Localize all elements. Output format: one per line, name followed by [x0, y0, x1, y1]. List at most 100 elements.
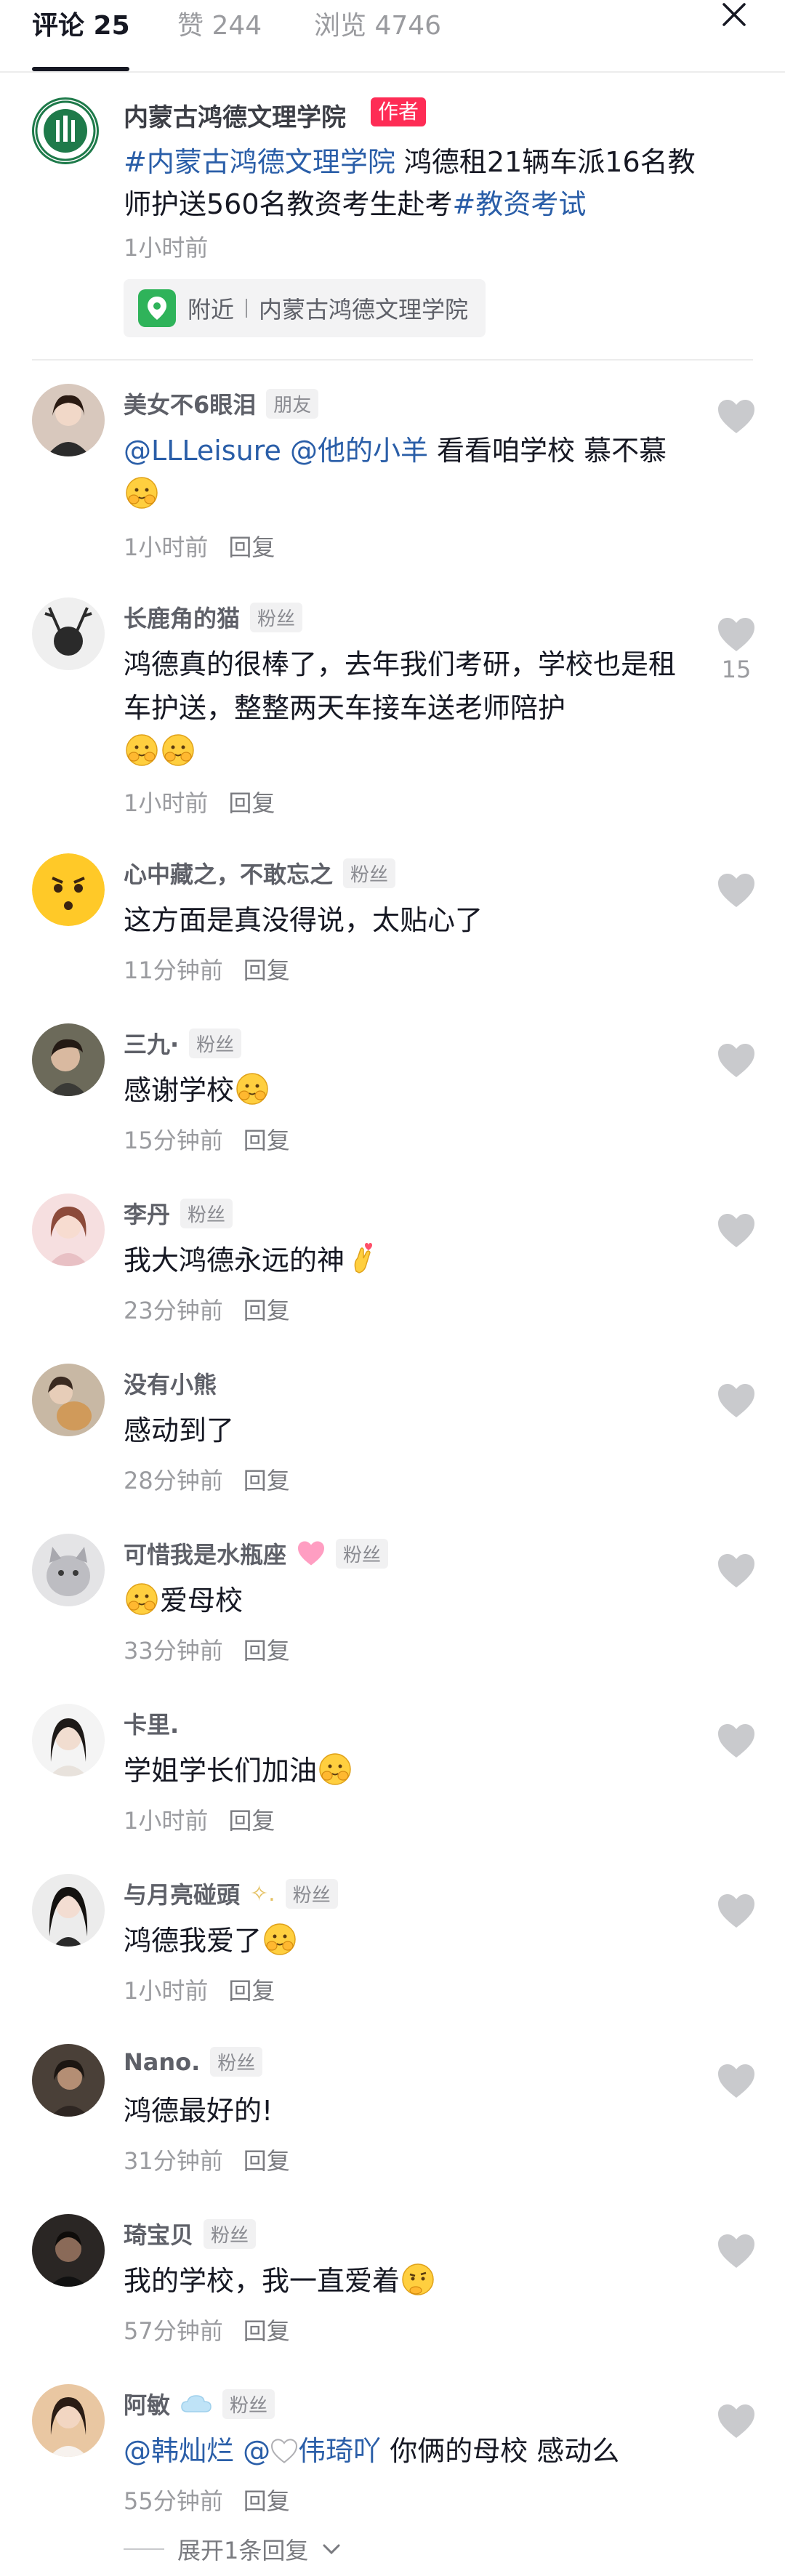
avatar[interactable] — [32, 1194, 105, 1266]
comment-time: 28分钟前 — [124, 1467, 223, 1494]
avatar[interactable] — [32, 2384, 105, 2457]
avatar[interactable] — [32, 1023, 105, 1096]
commenter-name[interactable]: 琦宝贝 — [124, 2217, 193, 2250]
commenter-name[interactable]: 三九· — [124, 1026, 179, 1060]
heart-icon[interactable] — [717, 398, 756, 435]
comment-time: 11分钟前 — [124, 957, 223, 984]
author-avatar[interactable] — [32, 97, 99, 164]
mention-link[interactable]: @他的小羊 — [290, 435, 428, 467]
reply-button[interactable]: 回复 — [243, 2147, 290, 2175]
comment-tabs-bar: 评论 25 赞 244 浏览 4746 — [0, 0, 785, 73]
comment-body: 鸿德真的很棒了，去年我们考研，学校也是租车护送，整整两天车接车送老师陪护 — [124, 648, 677, 724]
reply-button[interactable]: 回复 — [243, 1467, 290, 1494]
sparkle-icon: ✧. — [250, 1880, 275, 1907]
heart-icon[interactable] — [717, 872, 756, 909]
mention-link[interactable]: @韩灿烂 — [124, 2435, 234, 2467]
avatar[interactable] — [32, 1704, 105, 1776]
avatar[interactable] — [32, 853, 105, 926]
reply-button[interactable]: 回复 — [243, 957, 290, 984]
heart-icon[interactable] — [717, 1553, 756, 1589]
comment-text: 学姐学长们加油 — [124, 1749, 691, 1792]
post-caption: #内蒙古鸿德文理学院 鸿德租21辆车派16名教师护送560名教资考生赴考#教资考… — [124, 141, 705, 225]
avatar[interactable] — [32, 2044, 105, 2117]
reply-button[interactable]: 回复 — [243, 1297, 290, 1324]
reply-button[interactable]: 回复 — [243, 1637, 290, 1665]
comment-meta: 1小时前 回复 — [124, 529, 275, 563]
chevron-down-icon — [323, 2544, 340, 2555]
comment-text: 感谢学校 — [124, 1068, 691, 1112]
expand-replies-button[interactable]: 展开1条回复 — [124, 2532, 342, 2566]
comment-time: 1小时前 — [124, 1807, 209, 1835]
comment-text: 鸿德真的很棒了，去年我们考研，学校也是租车护送，整整两天车接车送老师陪护 — [124, 643, 691, 773]
reply-button[interactable]: 回复 — [228, 789, 275, 817]
commenter-name[interactable]: 长鹿角的猫 — [124, 600, 240, 634]
commenter-name[interactable]: 卡里. — [124, 1707, 179, 1740]
reply-button[interactable]: 回复 — [228, 534, 275, 561]
avatar[interactable] — [32, 384, 105, 456]
heart-icon[interactable] — [717, 2233, 756, 2269]
reply-button[interactable]: 回复 — [243, 2487, 290, 2515]
commenter-name[interactable]: 美女不6眼泪 — [124, 387, 256, 420]
comment-body: 鸿德我爱了 — [124, 1925, 262, 1957]
emoji-cover-face-icon — [161, 733, 195, 767]
comment-text: 鸿德最好的! — [124, 2089, 691, 2133]
reply-button[interactable]: 回复 — [228, 1977, 275, 2005]
heart-icon[interactable] — [717, 2063, 756, 2099]
tab-comments[interactable]: 评论 25 — [32, 4, 130, 42]
comment-meta: 1小时前 回复 — [124, 1973, 275, 2006]
heart-icon[interactable] — [717, 1893, 756, 1929]
relation-tag: 粉丝 — [189, 1028, 242, 1058]
commenter-name[interactable]: 可惜我是水瓶座 — [124, 1537, 286, 1570]
heart-icon[interactable] — [717, 616, 756, 653]
avatar[interactable] — [32, 1874, 105, 1947]
emoji-cover-face-icon — [236, 1072, 269, 1106]
white-heart-icon — [271, 2439, 298, 2463]
relation-tag: 粉丝 — [285, 1878, 338, 1909]
heart-icon[interactable] — [717, 1382, 756, 1419]
comment-body: 这方面是真没得说，太贴心了 — [124, 904, 483, 936]
location-prefix: 附近 — [188, 296, 235, 323]
comment-time: 1小时前 — [124, 1977, 209, 2005]
emoji-cover-face-icon — [318, 1752, 352, 1786]
mention-link[interactable]: @ 伟琦吖 — [243, 2435, 381, 2467]
close-icon[interactable] — [715, 0, 753, 38]
relation-tag: 粉丝 — [336, 1538, 389, 1569]
expand-line — [124, 2548, 164, 2550]
relation-tag: 粉丝 — [204, 2218, 257, 2249]
commenter-name[interactable]: 没有小熊 — [124, 1367, 217, 1400]
heart-icon[interactable] — [717, 1723, 756, 1759]
commenter-name[interactable]: 李丹 — [124, 1196, 170, 1230]
commenter-name[interactable]: Nano. — [124, 2048, 200, 2076]
heart-icon[interactable] — [717, 1042, 756, 1079]
avatar[interactable] — [32, 597, 105, 670]
comment-text: 鸿德我爱了 — [124, 1919, 691, 1963]
comment-meta: 23分钟前 回复 — [124, 1292, 290, 1326]
emoji-cover-face-icon — [125, 1582, 158, 1616]
hashtag-link[interactable]: #内蒙古鸿德文理学院 — [124, 146, 395, 178]
mention-link[interactable]: @LLLeisure — [124, 435, 281, 467]
commenter-name[interactable]: 阿敏 — [124, 2387, 170, 2420]
reply-button[interactable]: 回复 — [243, 2317, 290, 2345]
location-chip[interactable]: 附近 内蒙古鸿德文理学院 — [124, 279, 486, 337]
tab-views[interactable]: 浏览 4746 — [314, 4, 441, 42]
comment-body: 爱母校 — [160, 1585, 243, 1617]
avatar[interactable] — [32, 2214, 105, 2287]
relation-tag: 粉丝 — [222, 2388, 275, 2419]
location-pin-icon — [138, 289, 176, 327]
heart-icon[interactable] — [717, 2403, 756, 2439]
hashtag-link[interactable]: #教资考试 — [453, 188, 587, 220]
comment-body: 感动到了 — [124, 1414, 235, 1446]
avatar[interactable] — [32, 1534, 105, 1606]
avatar[interactable] — [32, 1364, 105, 1436]
emoji-heart-fingers-icon — [346, 1242, 379, 1276]
comment-meta: 1小时前 回复 — [124, 785, 275, 818]
tab-likes[interactable]: 赞 244 — [177, 4, 262, 42]
commenter-name[interactable]: 心中藏之，不敢忘之 — [124, 856, 333, 890]
reply-button[interactable]: 回复 — [228, 1807, 275, 1835]
heart-icon[interactable] — [717, 1212, 756, 1249]
commenter-name[interactable]: 与月亮碰頭 — [124, 1877, 240, 1910]
author-name[interactable]: 内蒙古鸿德文理学院 — [124, 97, 346, 133]
location-separator — [246, 299, 248, 318]
emoji-thinking-icon — [401, 2263, 435, 2296]
reply-button[interactable]: 回复 — [243, 1127, 290, 1154]
